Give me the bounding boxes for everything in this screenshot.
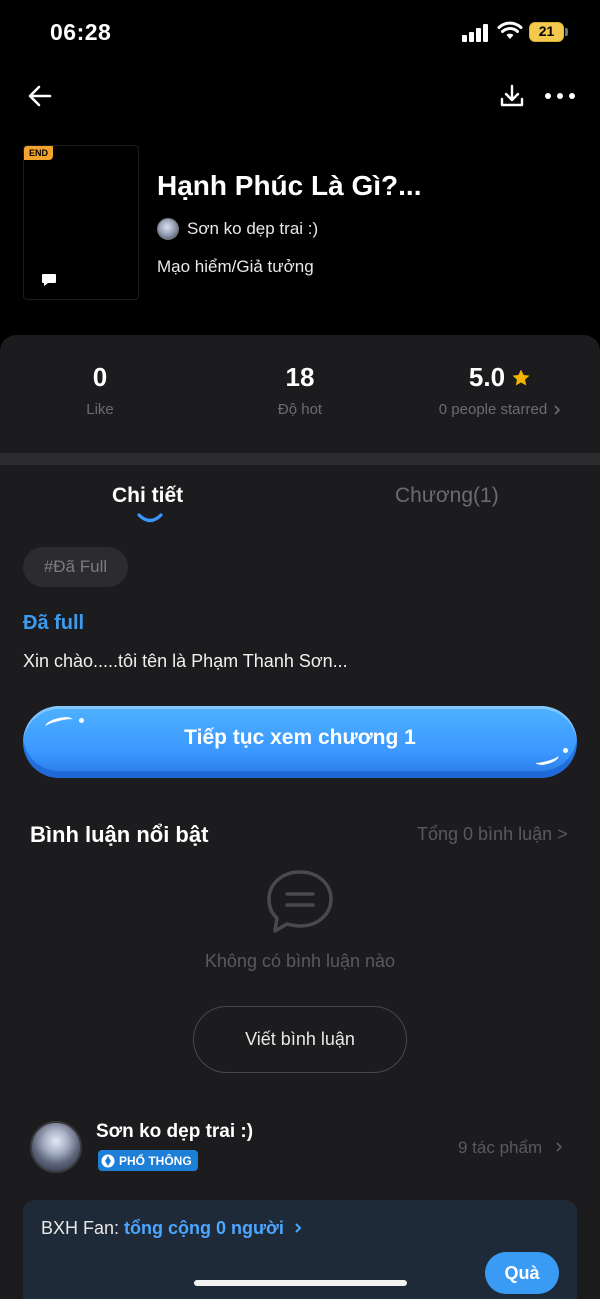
download-button[interactable]	[495, 78, 529, 114]
hot-label: Độ hot	[277, 401, 323, 418]
level-badge: PHỔ THÔNG	[98, 1150, 198, 1171]
fan-ranking-link[interactable]: tổng cộng 0 người	[124, 1218, 284, 1238]
back-button[interactable]	[22, 78, 58, 114]
story-genre: Mạo hiểm/Giả tưởng	[157, 257, 314, 276]
author-row[interactable]: Sơn ko dẹp trai :)	[157, 218, 318, 240]
download-icon	[500, 84, 524, 107]
chat-bubble-icon	[42, 274, 56, 286]
level-text: PHỔ THÔNG	[119, 1153, 192, 1168]
comment-icon	[267, 870, 333, 933]
hot-value: 18	[285, 362, 315, 392]
stat-likes: 0 Like	[60, 362, 140, 418]
diamond-icon	[101, 1154, 115, 1167]
story-description: Xin chào.....tôi tên là Phạm Thanh Sơn..…	[23, 651, 348, 671]
more-button[interactable]	[541, 78, 579, 114]
chevron-right-icon	[295, 1223, 302, 1233]
chevron-right-icon	[556, 1142, 562, 1152]
author-works-link[interactable]: 9 tác phẩm	[458, 1138, 563, 1158]
star-icon	[512, 369, 530, 385]
continue-reading-label: Tiếp tục xem chương 1	[184, 726, 416, 749]
button-shine	[534, 750, 560, 768]
chevron-right-icon	[554, 404, 561, 415]
rating-label: 0 people starred	[438, 401, 548, 418]
comments-title: Bình luận nổi bật	[30, 822, 209, 847]
tab-chapters[interactable]: Chương(1)	[395, 484, 499, 508]
no-comments-text: Không có bình luận nào	[204, 951, 396, 971]
more-icon	[545, 93, 575, 99]
section-divider	[0, 453, 600, 465]
rating-value: 5.0	[468, 362, 506, 392]
continue-reading-button[interactable]: Tiếp tục xem chương 1	[23, 706, 577, 778]
fan-ranking-prefix: BXH Fan:	[41, 1218, 125, 1238]
comments-total-link[interactable]: Tổng 0 bình luận >	[417, 824, 568, 845]
tab-detail[interactable]: Chi tiết	[112, 484, 183, 508]
likes-label: Like	[86, 401, 114, 418]
stat-rating[interactable]: 5.0 0 people starred	[420, 362, 580, 418]
likes-value: 0	[92, 362, 108, 392]
tab-indicator	[137, 513, 163, 523]
tag-full[interactable]: #Đã Full	[23, 547, 128, 587]
button-shine-dot	[79, 718, 84, 723]
wifi-icon	[497, 21, 523, 39]
battery-level: 21	[538, 23, 555, 39]
story-status: Đã full	[23, 612, 85, 634]
fan-ranking-row[interactable]: BXH Fan: tổng cộng 0 người	[41, 1218, 303, 1239]
story-title: Hạnh Phúc Là Gì?...	[157, 170, 422, 201]
status-time: 06:28	[50, 19, 112, 45]
write-comment-button[interactable]: Viết bình luận	[193, 1006, 407, 1073]
home-indicator[interactable]	[194, 1280, 407, 1286]
author-profile-name[interactable]: Sơn ko dẹp trai :)	[96, 1121, 253, 1143]
author-avatar[interactable]	[30, 1121, 82, 1173]
author-avatar-small	[157, 218, 179, 240]
back-arrow-icon	[28, 85, 52, 107]
end-badge: END	[24, 146, 54, 160]
stat-hot: 18 Độ hot	[250, 362, 350, 418]
author-name: Sơn ko dẹp trai :)	[187, 219, 319, 238]
signal-icon	[462, 24, 490, 42]
battery-icon: 21	[529, 22, 569, 42]
author-works-count: 9 tác phẩm	[458, 1138, 543, 1157]
status-bar: 06:28 21	[0, 0, 600, 66]
gift-button[interactable]: Quà	[485, 1252, 559, 1294]
story-cover[interactable]: END	[23, 145, 139, 300]
